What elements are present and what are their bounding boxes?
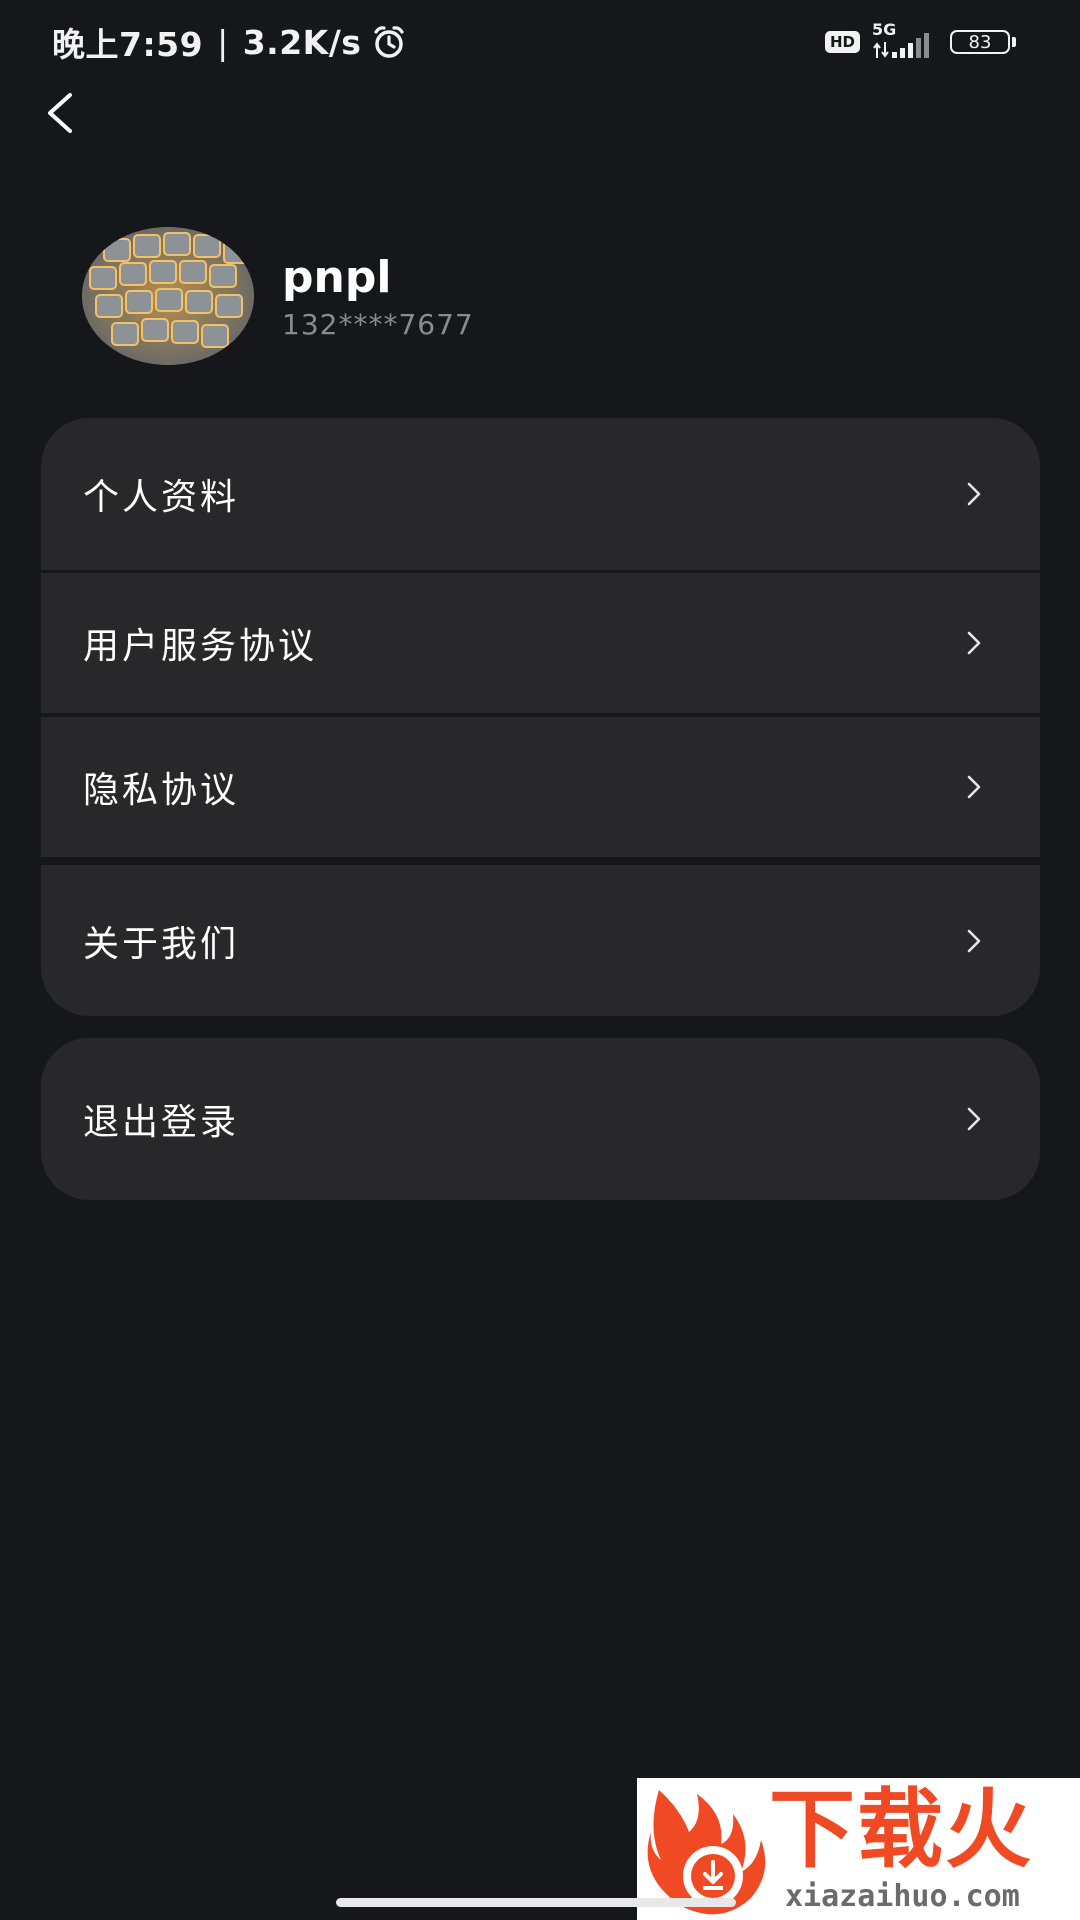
logout-label: 退出登录: [83, 1102, 240, 1143]
menu-item-privacy[interactable]: 隐私协议: [41, 717, 1040, 857]
menu-item-profile[interactable]: 个人资料: [41, 418, 1040, 570]
profile-header[interactable]: pnpl 132****7677: [82, 226, 474, 366]
menu-item-label: 用户服务协议: [83, 626, 318, 667]
chevron-right-icon: [964, 771, 984, 803]
chevron-right-icon: [964, 925, 984, 957]
home-indicator[interactable]: [336, 1898, 736, 1907]
chevron-right-icon: [964, 627, 984, 659]
hd-icon: HD: [824, 31, 860, 53]
back-button[interactable]: [38, 88, 82, 138]
screen: 晚上7:59 | 3.2K/s HD 5G 83 pnpl 132****767…: [0, 0, 1080, 1920]
net-speed: 3.2K/s: [242, 22, 362, 62]
battery-tip: [1012, 37, 1016, 47]
status-separator: |: [217, 22, 229, 62]
logout-button[interactable]: 退出登录: [41, 1038, 1040, 1200]
logout-card: 退出登录: [41, 1038, 1040, 1200]
signal-icon: 5G: [872, 20, 938, 62]
status-right: HD 5G 83: [824, 20, 1016, 62]
menu-item-user-agreement[interactable]: 用户服务协议: [41, 573, 1040, 713]
status-left: 晚上7:59 | 3.2K/s: [52, 18, 409, 66]
status-time: 晚上7:59: [52, 25, 204, 64]
menu-item-label: 关于我们: [83, 923, 240, 965]
chevron-left-icon: [48, 93, 72, 133]
battery-icon: 83: [950, 30, 1016, 54]
chevron-right-icon: [964, 478, 984, 510]
chevron-right-icon: [964, 1103, 984, 1135]
phone-number: 132****7677: [282, 307, 474, 341]
watermark-domain: xiazaihuo.com: [785, 1879, 1020, 1914]
alarm-icon: [369, 24, 409, 60]
profile-text: pnpl 132****7677: [282, 252, 474, 341]
menu-item-label: 隐私协议: [83, 770, 240, 811]
status-bar: 晚上7:59 | 3.2K/s HD 5G 83: [0, 0, 1080, 82]
menu-item-label: 个人资料: [83, 477, 240, 518]
settings-menu-card: 个人资料 用户服务协议 隐私协议 关于我们: [41, 418, 1040, 1016]
menu-item-about-us[interactable]: 关于我们: [41, 865, 1040, 1016]
watermark-text: 下载火: [769, 1780, 1033, 1880]
username: pnpl: [282, 251, 392, 303]
battery-level: 83: [950, 30, 1010, 54]
avatar[interactable]: [82, 227, 254, 365]
